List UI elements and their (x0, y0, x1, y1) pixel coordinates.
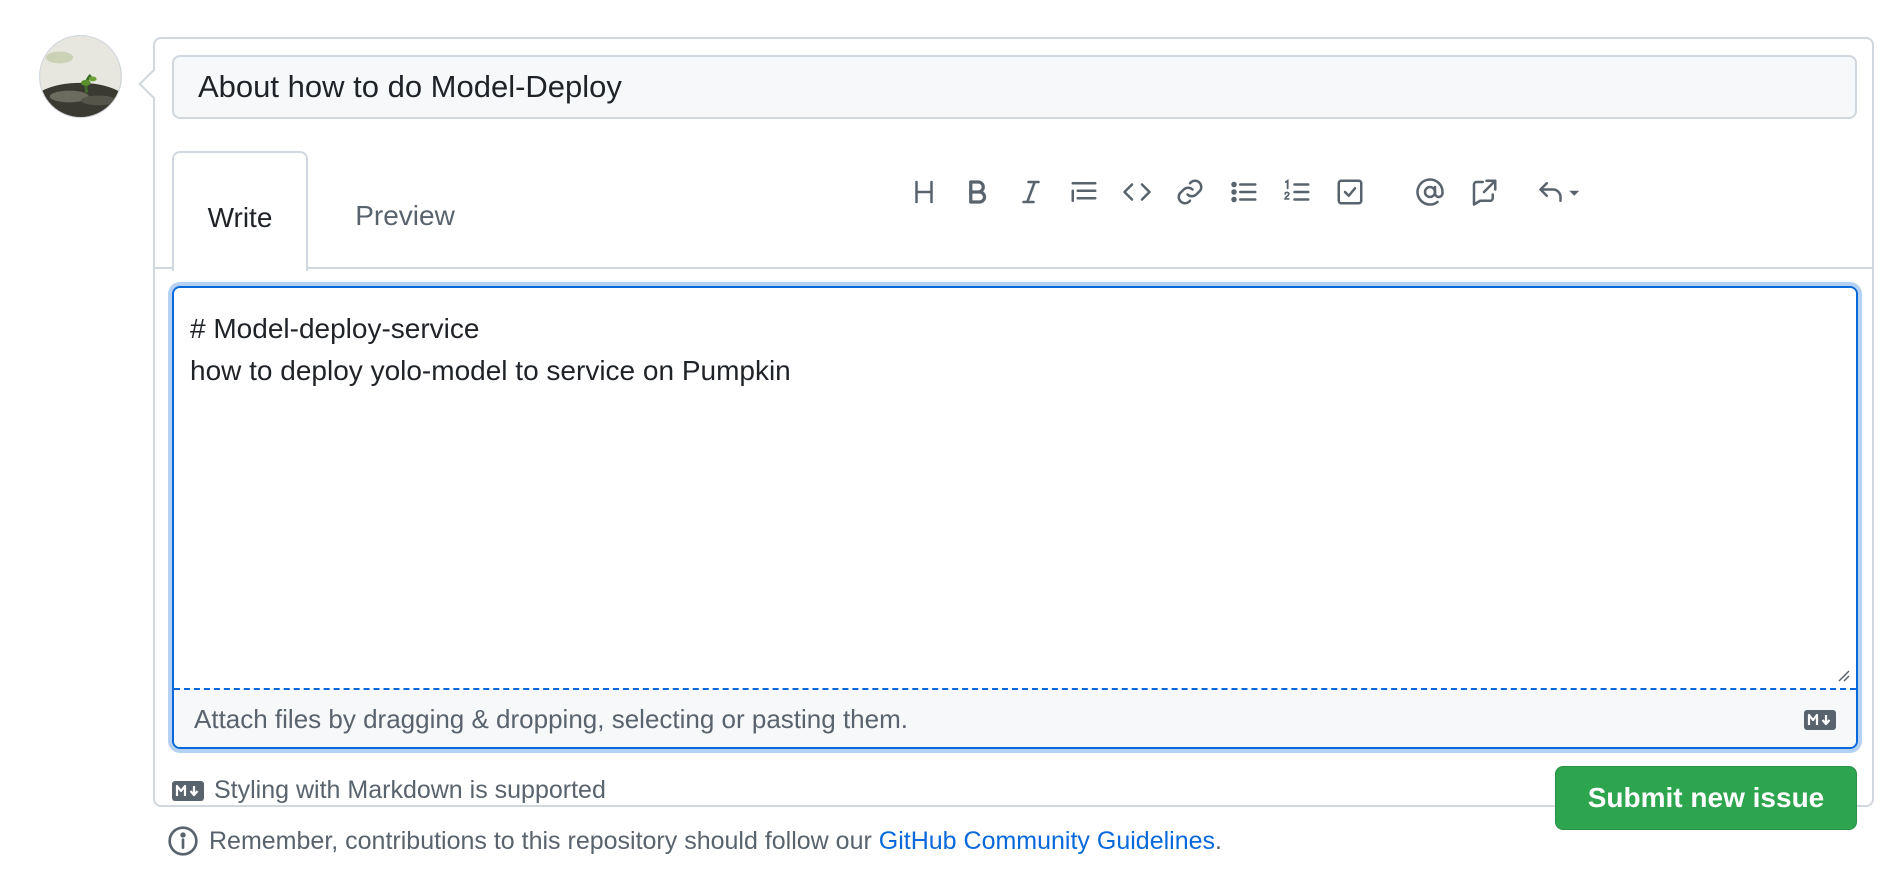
cross-reference-icon[interactable] (1460, 167, 1508, 217)
link-icon[interactable] (1166, 167, 1214, 217)
bold-icon[interactable] (953, 167, 1001, 217)
submit-new-issue-button[interactable]: Submit new issue (1555, 766, 1857, 830)
new-issue-form: Write Preview (153, 37, 1874, 830)
attach-files-area[interactable]: Attach files by dragging & dropping, sel… (174, 688, 1856, 747)
issue-body-editor: Attach files by dragging & dropping, sel… (172, 286, 1858, 749)
markdown-support-note: Styling with Markdown is supported (172, 776, 606, 805)
bulleted-list-icon[interactable] (1220, 167, 1268, 217)
avatar-image (40, 36, 121, 117)
community-guidelines-notice: Remember, contributions to this reposito… (167, 825, 1222, 857)
heading-icon[interactable] (900, 167, 948, 217)
attach-files-hint: Attach files by dragging & dropping, sel… (194, 704, 908, 734)
avatar[interactable] (39, 35, 122, 118)
markdown-toolbar (155, 167, 1872, 217)
numbered-list-icon[interactable] (1273, 167, 1321, 217)
issue-body-textarea[interactable] (174, 288, 1856, 688)
mention-icon[interactable] (1406, 167, 1454, 217)
markdown-icon (1804, 709, 1836, 730)
italic-icon[interactable] (1007, 167, 1055, 217)
issue-title-input[interactable] (172, 55, 1857, 119)
code-icon[interactable] (1113, 167, 1161, 217)
task-list-icon[interactable] (1326, 167, 1374, 217)
markdown-support-text: Styling with Markdown is supported (214, 776, 606, 804)
guidelines-prefix: Remember, contributions to this reposito… (209, 826, 879, 855)
markdown-icon (172, 780, 204, 801)
quote-icon[interactable] (1060, 167, 1108, 217)
guidelines-suffix: . (1215, 826, 1222, 855)
info-icon (167, 825, 199, 857)
saved-replies-icon[interactable] (1523, 167, 1593, 217)
resize-handle-icon[interactable] (1836, 668, 1850, 682)
community-guidelines-link[interactable]: GitHub Community Guidelines (879, 827, 1215, 855)
